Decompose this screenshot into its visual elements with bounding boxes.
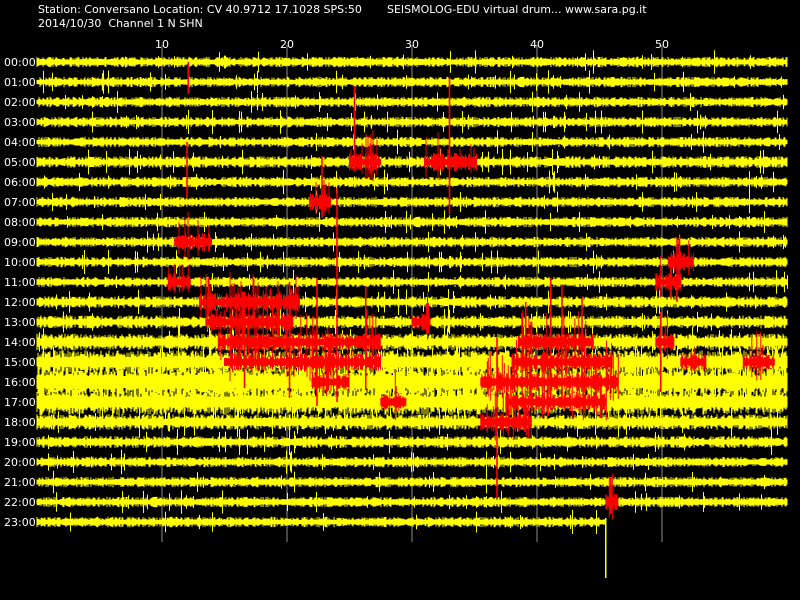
hour-row-label: 20:00 (4, 456, 36, 469)
hour-row-label: 22:00 (4, 496, 36, 509)
hour-row-label: 03:00 (4, 116, 36, 129)
hour-row-label: 13:00 (4, 316, 36, 329)
hour-row-label: 16:00 (4, 376, 36, 389)
hour-row-label: 12:00 (4, 296, 36, 309)
hour-row-label: 02:00 (4, 96, 36, 109)
event-segment (167, 263, 191, 293)
hour-trace-row (36, 510, 606, 534)
hour-row-label: 11:00 (4, 276, 36, 289)
hour-row-label: 09:00 (4, 236, 36, 249)
hour-row-label: 15:00 (4, 356, 36, 369)
hour-row-label: 14:00 (4, 336, 36, 349)
hour-row-label: 01:00 (4, 76, 36, 89)
x-tick-label: 10 (155, 38, 169, 51)
hour-row-label: 21:00 (4, 476, 36, 489)
hour-row-label: 05:00 (4, 156, 36, 169)
hour-row-label: 18:00 (4, 416, 36, 429)
hour-row-label: 07:00 (4, 196, 36, 209)
x-tick-label: 50 (655, 38, 669, 51)
x-tick-label: 40 (530, 38, 544, 51)
hour-row-label: 06:00 (4, 176, 36, 189)
event-marks (167, 62, 775, 520)
hour-row-label: 04:00 (4, 136, 36, 149)
hour-row-label: 10:00 (4, 256, 36, 269)
hour-row-label: 00:00 (4, 56, 36, 69)
hour-trace-row (36, 449, 788, 475)
hour-row-label: 19:00 (4, 436, 36, 449)
x-tick-label: 20 (280, 38, 294, 51)
hour-row-label: 17:00 (4, 396, 36, 409)
x-tick-label: 30 (405, 38, 419, 51)
hour-row-label: 23:00 (4, 516, 36, 529)
seismogram-drum-chart: 10 20 30 40 50 00:00 01:00 02:00 03:00 04:00 05:00… (4, 38, 788, 578)
hour-row-label: 08:00 (4, 216, 36, 229)
